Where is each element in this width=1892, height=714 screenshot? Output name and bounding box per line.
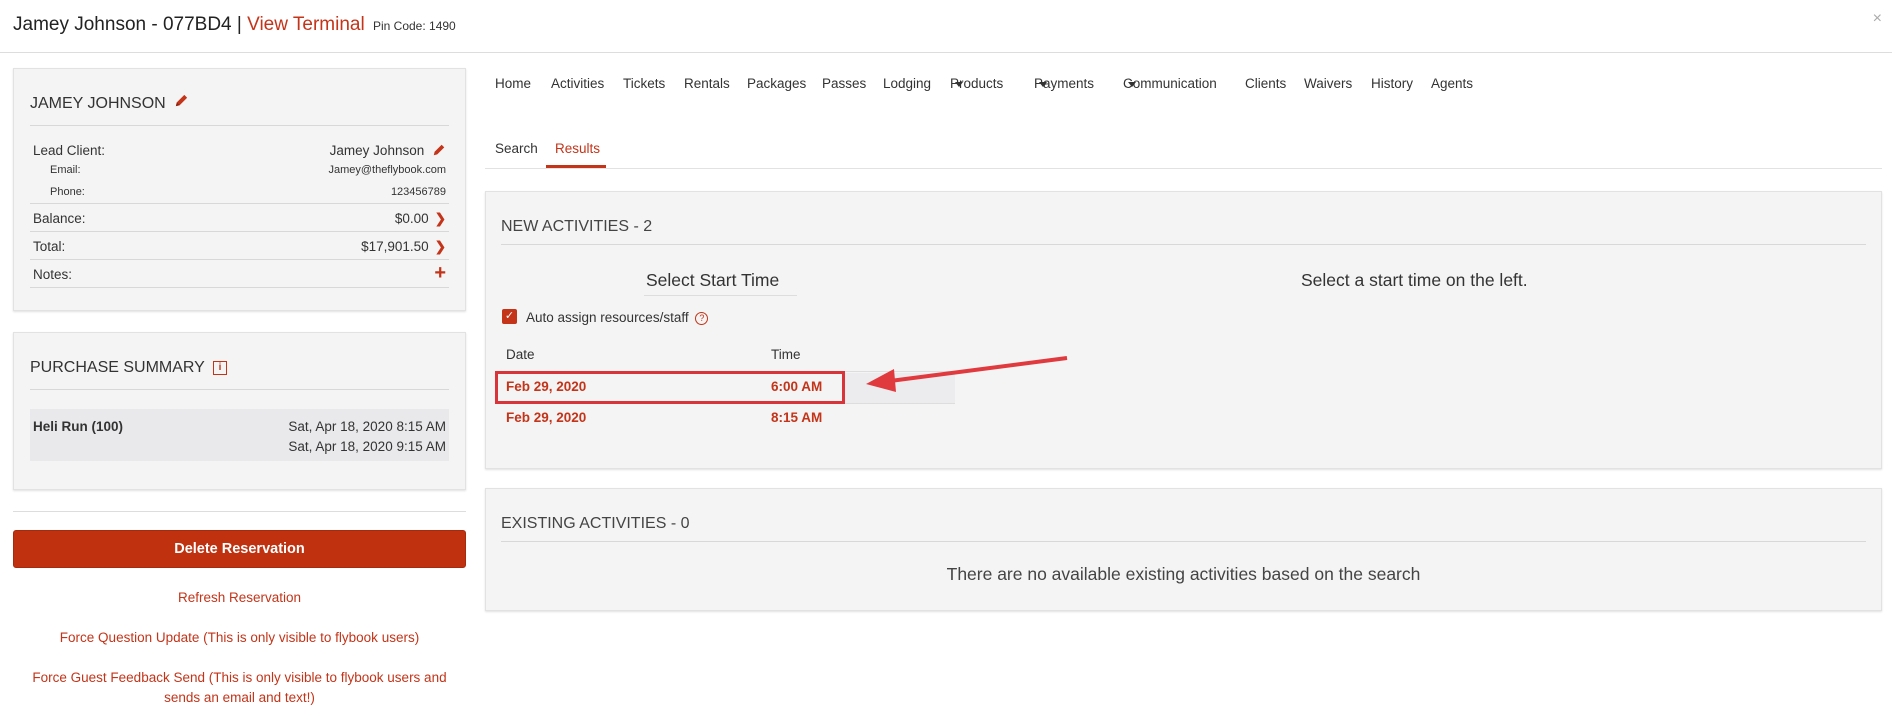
nav-payments[interactable]: Payments (1034, 76, 1094, 91)
nav-passes[interactable]: Passes (822, 76, 866, 91)
phone-label: Phone: (50, 186, 85, 198)
view-terminal-link[interactable]: View Terminal (247, 14, 365, 35)
help-icon[interactable]: ? (695, 311, 709, 325)
left-divider (13, 511, 466, 512)
auto-assign-label: Auto assign resources/staff ? (526, 310, 709, 325)
reservation-title: Jamey Johnson - 077BD4 | View Terminal P… (13, 14, 456, 36)
email-row: Email: Jamey@theflybook.com (30, 159, 449, 180)
notes-label: Notes: (33, 267, 73, 282)
new-activities-title: NEW ACTIVITIES - 2 (501, 218, 653, 235)
nav-packages[interactable]: Packages (747, 76, 806, 91)
nav-agents[interactable]: Agents (1431, 76, 1473, 91)
client-panel: JAMEY JOHNSON Lead Client: Jamey Johnson… (13, 68, 466, 311)
force-feedback-link-line2[interactable]: sends an email and text!) (13, 688, 466, 708)
refresh-reservation-link[interactable]: Refresh Reservation (13, 588, 466, 608)
row-2-time[interactable]: 8:15 AM (771, 410, 822, 425)
balance-amount: $0.00 (394, 211, 429, 226)
active-tab-indicator (546, 165, 606, 168)
select-start-hint: Select a start time on the left. (1301, 270, 1528, 290)
balance-label: Balance: (33, 211, 86, 226)
lead-client-label: Lead Client: (33, 143, 106, 158)
section-divider (501, 541, 1866, 542)
section-divider (501, 244, 1866, 245)
purchase-item-name: Heli Run (100) (33, 419, 124, 434)
email-value: Jamey@theflybook.com (328, 164, 446, 176)
auto-assign-checkbox[interactable]: ✓ (502, 309, 517, 324)
no-activities-message: There are no available existing activiti… (946, 564, 1421, 584)
date-column-header: Date (506, 347, 535, 362)
info-icon[interactable]: i (213, 360, 228, 375)
row-2-date[interactable]: Feb 29, 2020 (506, 410, 586, 425)
tab-results[interactable]: Results (555, 141, 600, 156)
new-activities-panel: NEW ACTIVITIES - 2 Select Start Time Sel… (485, 191, 1882, 469)
lead-client-name: Jamey Johnson (329, 143, 425, 159)
nav-waivers[interactable]: Waivers (1304, 76, 1352, 91)
nav-tickets[interactable]: Tickets (623, 76, 665, 91)
notes-row: Notes: + (30, 260, 449, 288)
total-amount: $17,901.50 (361, 239, 429, 254)
nav-activities[interactable]: Activities (551, 76, 604, 91)
nav-payments-label: Payments (1034, 76, 1095, 91)
annotation-arrow-icon (866, 356, 1068, 392)
modal-header: Jamey Johnson - 077BD4 | View Terminal P… (0, 0, 1892, 53)
title-separator: | (236, 14, 242, 35)
balance-value: $0.00 ❯ (395, 211, 446, 227)
nav-home[interactable]: Home (495, 76, 531, 91)
nav-history[interactable]: History (1371, 76, 1413, 91)
nav-communication-label: Communication (1123, 76, 1217, 91)
existing-activities-panel: EXISTING ACTIVITIES - 0 There are no ava… (485, 488, 1882, 611)
purchase-summary-panel: PURCHASE SUMMARY i Heli Run (100) Sat, A… (13, 332, 466, 490)
delete-reservation-button[interactable]: Delete Reservation (13, 530, 466, 568)
nav-lodging[interactable]: Lodging (883, 76, 931, 91)
force-question-update-link[interactable]: Force Question Update (This is only visi… (13, 628, 466, 648)
phone-row: Phone: 123456789 (30, 180, 449, 204)
client-panel-title: JAMEY JOHNSON (30, 69, 449, 126)
highlight-annotation-box (495, 371, 845, 404)
nav-rentals[interactable]: Rentals (684, 76, 730, 91)
total-row[interactable]: Total: $17,901.50 ❯ (30, 232, 449, 260)
time-column-header: Time (771, 347, 801, 362)
force-feedback-link-line1[interactable]: Force Guest Feedback Send (This is only … (13, 668, 466, 688)
purchase-item-row: Heli Run (100) Sat, Apr 18, 2020 8:15 AM… (30, 409, 449, 461)
heading-underline (644, 295, 797, 296)
total-label: Total: (33, 239, 66, 254)
nav-products-label: Products (950, 76, 1004, 91)
select-start-time-heading: Select Start Time (646, 270, 780, 290)
chevron-right-icon[interactable]: ❯ (435, 211, 446, 226)
nav-clients[interactable]: Clients (1245, 76, 1286, 91)
client-name-heading: JAMEY JOHNSON (30, 95, 166, 112)
client-name-code: Jamey Johnson - 077BD4 (13, 14, 232, 35)
balance-row[interactable]: Balance: $0.00 ❯ (30, 204, 449, 232)
nav-products[interactable]: Products (950, 76, 1003, 91)
nav-communication[interactable]: Communication (1123, 76, 1217, 91)
phone-value: 123456789 (390, 186, 446, 198)
close-icon[interactable]: × (1873, 10, 1882, 28)
results-tabs: Search Results (485, 133, 1882, 169)
purchase-summary-heading: PURCHASE SUMMARY (30, 359, 205, 376)
email-label: Email: (50, 164, 81, 176)
lead-client-value: Jamey Johnson (330, 143, 446, 160)
purchase-summary-title: PURCHASE SUMMARY i (30, 333, 449, 390)
chevron-right-icon[interactable]: ❯ (435, 239, 446, 254)
auto-assign-text: Auto assign resources/staff (526, 310, 689, 325)
pin-code: Pin Code: 1490 (372, 19, 456, 33)
purchase-item-time-1: Sat, Apr 18, 2020 8:15 AM (288, 419, 446, 434)
purchase-item-time-2: Sat, Apr 18, 2020 9:15 AM (288, 439, 446, 454)
add-note-plus-icon[interactable]: + (434, 263, 446, 283)
lead-client-row: Lead Client: Jamey Johnson (30, 126, 449, 159)
total-value: $17,901.50 ❯ (361, 239, 446, 255)
existing-activities-title: EXISTING ACTIVITIES - 0 (501, 515, 690, 532)
tab-search[interactable]: Search (495, 141, 538, 156)
edit-lead-pencil-icon[interactable] (432, 143, 446, 160)
